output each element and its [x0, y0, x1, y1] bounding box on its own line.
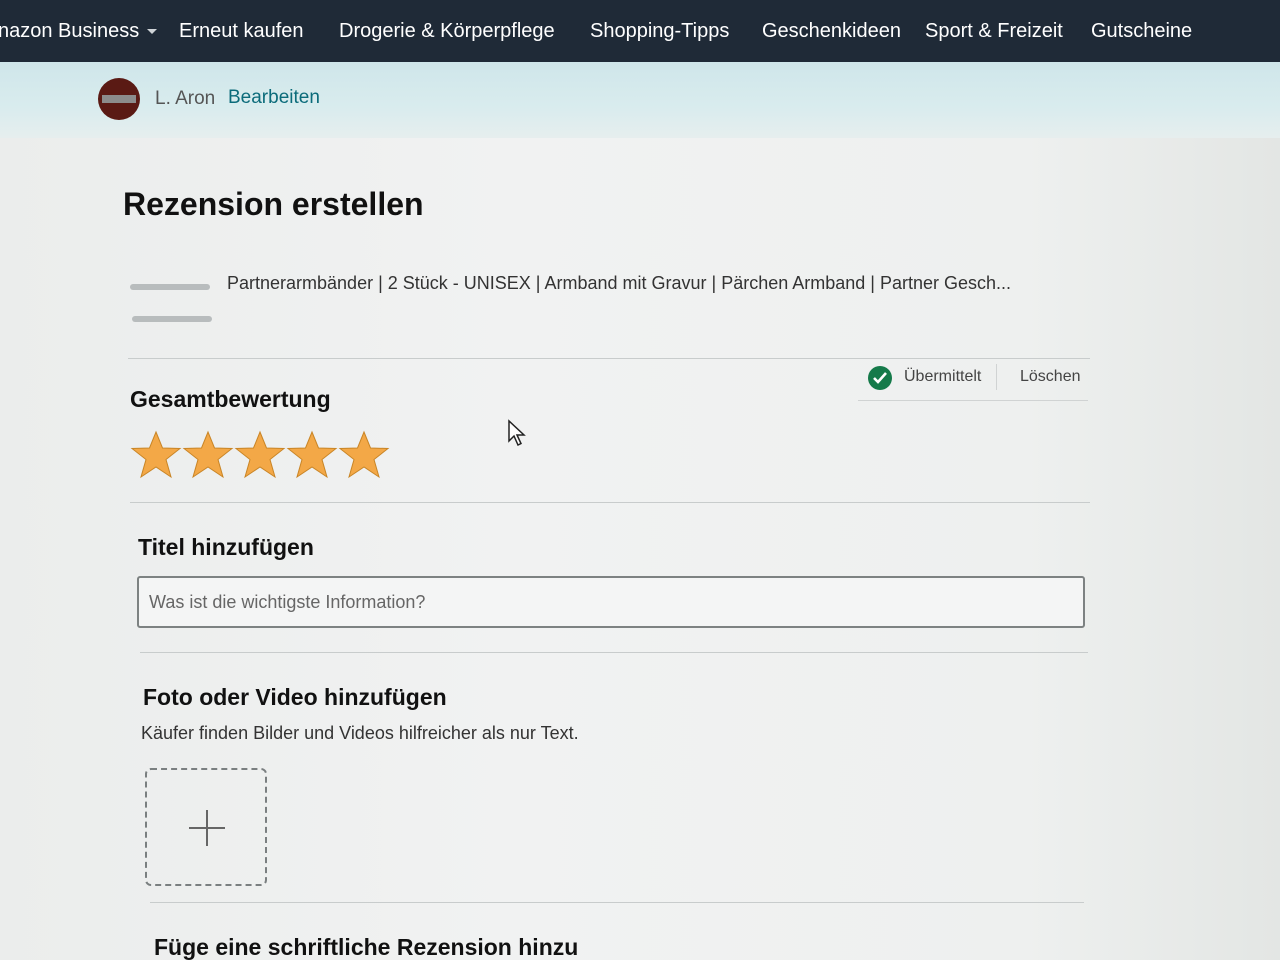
star-icon[interactable] [338, 430, 390, 480]
divider [996, 364, 997, 390]
media-hint: Käufer finden Bilder und Videos hilfreic… [141, 723, 579, 743]
star-rating[interactable] [130, 430, 390, 480]
product-title: Partnerarmbänder | 2 Stück - UNISEX | Ar… [227, 273, 1012, 293]
add-media-button[interactable] [145, 768, 267, 886]
top-navigation-bar: nazon Business Erneut kaufen Drogerie & … [0, 0, 1280, 62]
check-circle-icon [868, 366, 892, 390]
chevron-down-icon [147, 29, 158, 35]
star-icon[interactable] [130, 430, 182, 480]
divider [140, 652, 1088, 653]
star-icon[interactable] [182, 430, 234, 480]
edit-profile-link[interactable]: Bearbeiten [228, 87, 320, 109]
nav-item-amazon-business[interactable]: nazon Business [0, 20, 158, 43]
nav-item-erneut-kaufen[interactable]: Erneut kaufen [179, 20, 304, 43]
nav-item-drogerie[interactable]: Drogerie & Körperpflege [339, 20, 555, 43]
profile-name: L. Aron [155, 88, 216, 109]
nav-item-shopping-tipps[interactable]: Shopping-Tipps [590, 20, 729, 43]
divider [128, 358, 1090, 359]
page-title: Rezension erstellen [123, 186, 424, 222]
plus-icon [189, 810, 225, 846]
nav-item-label: nazon Business [0, 20, 140, 42]
star-icon[interactable] [234, 430, 286, 480]
avatar[interactable] [98, 78, 140, 120]
page: nazon Business Erneut kaufen Drogerie & … [0, 0, 1280, 960]
title-heading: Titel hinzufügen [138, 534, 314, 560]
status-box: Übermittelt Löschen [858, 360, 1088, 401]
rating-heading: Gesamtbewertung [130, 386, 331, 412]
mouse-cursor-icon [508, 419, 526, 447]
nav-item-sport-freizeit[interactable]: Sport & Freizeit [925, 20, 1063, 43]
star-icon[interactable] [286, 430, 338, 480]
delete-button[interactable]: Löschen [1020, 368, 1081, 386]
media-heading: Foto oder Video hinzufügen [143, 684, 447, 710]
divider [130, 502, 1090, 503]
divider [150, 902, 1084, 903]
review-form: Rezension erstellen Partnerarmbänder | 2… [0, 138, 1280, 960]
review-title-input[interactable] [137, 576, 1085, 628]
submitted-status: Übermittelt [904, 368, 982, 385]
nav-item-gutscheine[interactable]: Gutscheine [1091, 20, 1192, 43]
profile-strip: L. Aron Bearbeiten [0, 62, 1280, 138]
product-thumbnail [128, 276, 214, 328]
written-review-heading: Füge eine schriftliche Rezension hinzu [154, 934, 579, 960]
nav-item-geschenkideen[interactable]: Geschenkideen [762, 20, 901, 43]
